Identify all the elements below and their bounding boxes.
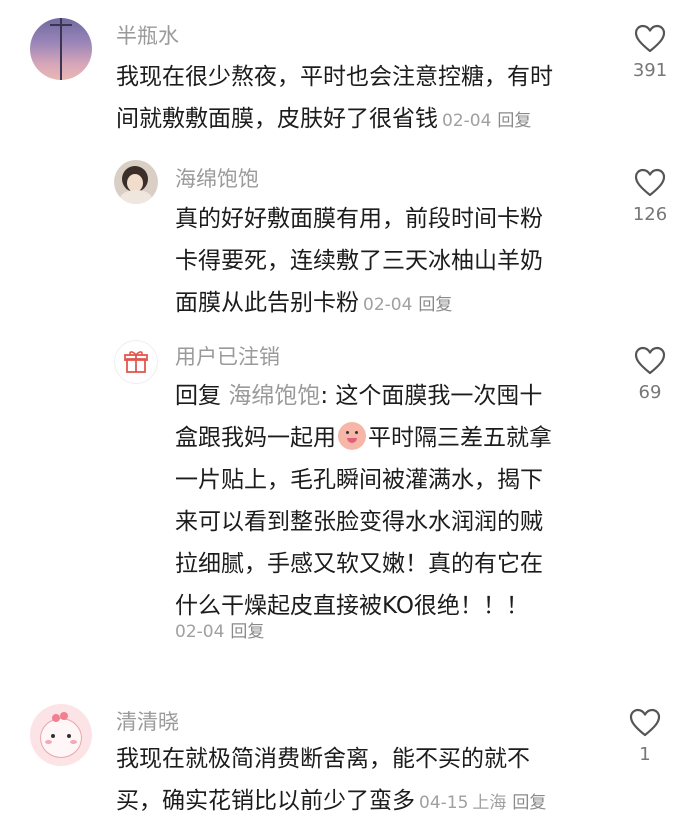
comment-meta: 02-04 回复 — [175, 620, 264, 644]
reply-button[interactable]: 回复 — [512, 793, 546, 813]
like-count: 69 — [638, 382, 662, 403]
comment-line: 盒跟我妈一起用 平时隔三差五就拿 — [175, 417, 615, 459]
comment-line: 我现在很少熬夜，平时也会注意控糖，有时 — [116, 64, 553, 90]
comment-line: 一片贴上，毛孔瞬间被灌满水，揭下 — [175, 467, 543, 493]
like-count: 126 — [632, 204, 668, 225]
comment-line: 我现在就极简消费断舍离，能不买的就不 — [116, 746, 530, 772]
heart-icon — [634, 168, 666, 197]
heart-icon — [629, 708, 661, 737]
like-count: 1 — [639, 744, 651, 765]
like-button[interactable]: 391 — [625, 24, 675, 82]
reply-button[interactable]: 回复 — [230, 622, 264, 642]
comment-line: 面膜从此告别卡粉 02-04 回复 — [175, 290, 453, 316]
avatar[interactable] — [114, 160, 158, 204]
comment-line: 回复 海绵饱饱: 这个面膜我一次囤十 — [175, 383, 543, 409]
comment-date: 02-04 — [363, 295, 413, 315]
comment-line: 拉细腻，手感又软又嫩！真的有它在 — [175, 551, 543, 577]
avatar[interactable] — [30, 18, 92, 80]
comment-location: 上海 — [472, 793, 507, 813]
comment-line: 来可以看到整张脸变得水水润润的贼 — [175, 509, 543, 535]
comment-username[interactable]: 海绵饱饱 — [175, 165, 259, 193]
gift-icon — [124, 351, 148, 373]
comment-text: 真的好好敷面膜有用，前段时间卡粉 卡得要死，连续敷了三天冰柚山羊奶 面膜从此告别… — [175, 198, 615, 326]
comment-username[interactable]: 半瓶水 — [116, 22, 179, 50]
heart-icon — [634, 346, 666, 375]
comment-username[interactable]: 用户已注销 — [175, 343, 280, 371]
avatar[interactable] — [30, 704, 92, 766]
like-button[interactable]: 1 — [620, 708, 670, 766]
reply-prefix: 回复 — [175, 383, 221, 409]
heart-icon — [634, 24, 666, 53]
mention-link[interactable]: 海绵饱饱 — [228, 383, 320, 409]
comment-line: 卡得要死，连续敷了三天冰柚山羊奶 — [175, 248, 543, 274]
comment-text: 我现在很少熬夜，平时也会注意控糖，有时 间就敷敷面膜，皮肤好了很省钱 02-04 回… — [116, 56, 596, 142]
comment-username[interactable]: 清清晓 — [116, 708, 179, 736]
comment-line: 买，确实花销比以前少了蛮多 04-15 上海 回复 — [116, 788, 547, 814]
comment-date: 02-04 — [175, 622, 225, 642]
peach-emoji-icon — [338, 422, 366, 450]
reply-button[interactable]: 回复 — [497, 111, 531, 131]
comment-line: 间就敷敷面膜，皮肤好了很省钱 02-04 回复 — [116, 106, 532, 132]
comment-date: 04-15 — [419, 793, 469, 813]
like-count: 391 — [632, 60, 668, 81]
comment-text: 回复 海绵饱饱: 这个面膜我一次囤十 盒跟我妈一起用 平时隔三差五就拿 一片贴上，… — [175, 375, 615, 627]
like-button[interactable]: 126 — [625, 168, 675, 226]
reply-button[interactable]: 回复 — [418, 295, 452, 315]
comment-line: 真的好好敷面膜有用，前段时间卡粉 — [175, 206, 543, 232]
like-button[interactable]: 69 — [625, 346, 675, 404]
comment-date: 02-04 — [442, 111, 492, 131]
avatar[interactable] — [114, 340, 158, 384]
comment-text: 我现在就极简消费断舍离，能不买的就不 买，确实花销比以前少了蛮多 04-15 上海回… — [116, 738, 606, 824]
